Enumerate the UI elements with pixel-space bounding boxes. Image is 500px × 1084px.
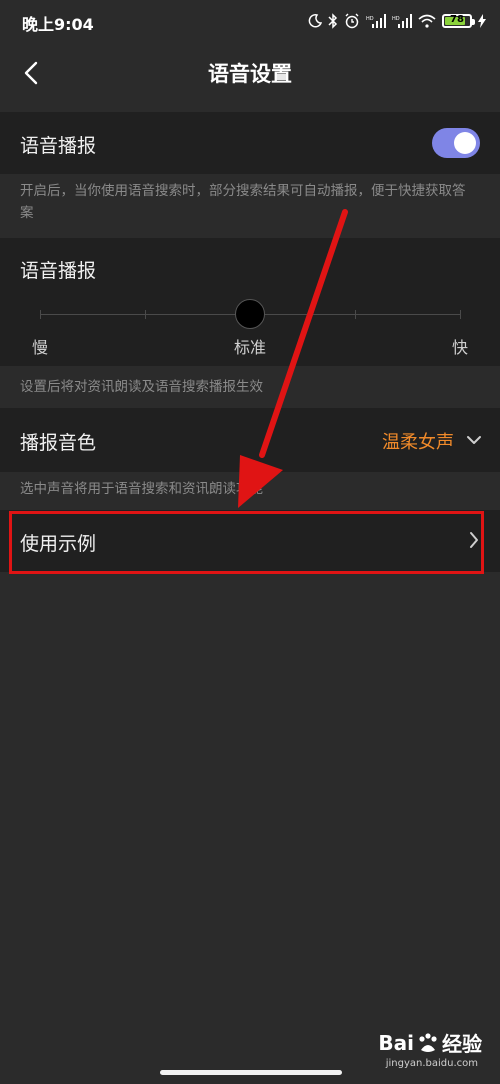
nav-bar: 语音设置 xyxy=(0,44,500,102)
annotation-highlight-box xyxy=(9,511,484,574)
speed-description: 设置后将对资讯朗读及语音搜索播报生效 xyxy=(20,379,263,395)
voice-tone-value[interactable]: 温柔女声 xyxy=(382,428,454,454)
svg-text:HD: HD xyxy=(392,16,400,22)
voice-broadcast-description: 开启后，当你使用语音搜索时，部分搜索结果可自动播报，便于快捷获取答案 xyxy=(20,183,466,221)
slider-tick xyxy=(460,310,461,319)
status-icons: HD HD 78 xyxy=(308,10,486,32)
watermark-brand-right: 经验 xyxy=(442,1032,482,1056)
bluetooth-icon xyxy=(328,13,338,29)
signal-icon-2: HD xyxy=(392,14,412,28)
page-title: 语音设置 xyxy=(208,62,292,86)
watermark-url: jingyan.baidu.com xyxy=(385,1058,478,1069)
battery-level: 78 xyxy=(450,14,464,25)
moon-icon xyxy=(308,14,322,28)
voice-tone-description: 选中声音将用于语音搜索和资讯朗读功能 xyxy=(20,481,263,497)
voice-tone-row[interactable]: 播报音色 温柔女声 xyxy=(0,408,500,472)
signal-icon: HD xyxy=(366,14,386,28)
status-time: 晚上9:04 xyxy=(22,15,94,34)
paw-icon xyxy=(419,1032,437,1052)
baidu-jingyan-watermark: Bai 经验 xyxy=(378,1028,482,1057)
speed-slider-thumb[interactable] xyxy=(235,299,265,329)
screen: 晚上9:04 HD HD 78 语音设置 语音播报 开启后，当你使用语音搜索时，… xyxy=(0,0,500,1084)
status-bar: 晚上9:04 HD HD 78 xyxy=(0,0,500,44)
speed-row: 语音播报 慢 标准 快 xyxy=(0,238,500,366)
slider-tick xyxy=(145,310,146,319)
home-indicator[interactable] xyxy=(160,1070,342,1075)
voice-broadcast-toggle[interactable] xyxy=(432,128,480,158)
wifi-icon xyxy=(418,14,436,28)
speed-fast-label: 快 xyxy=(452,338,469,357)
charging-icon xyxy=(478,14,486,28)
battery-icon: 78 xyxy=(442,14,475,28)
speed-label: 语音播报 xyxy=(20,260,97,282)
speed-slow-label: 慢 xyxy=(32,338,49,357)
chevron-down-icon[interactable] xyxy=(466,432,482,448)
slider-tick xyxy=(355,310,356,319)
speed-standard-label: 标准 xyxy=(234,338,267,357)
voice-broadcast-row[interactable]: 语音播报 xyxy=(0,112,500,174)
slider-tick xyxy=(40,310,41,319)
alarm-icon xyxy=(344,13,360,29)
watermark-brand-left: Bai xyxy=(378,1030,414,1055)
voice-tone-label: 播报音色 xyxy=(20,432,97,454)
svg-text:HD: HD xyxy=(366,16,374,22)
voice-broadcast-label: 语音播报 xyxy=(20,135,97,157)
toggle-knob xyxy=(454,132,476,154)
